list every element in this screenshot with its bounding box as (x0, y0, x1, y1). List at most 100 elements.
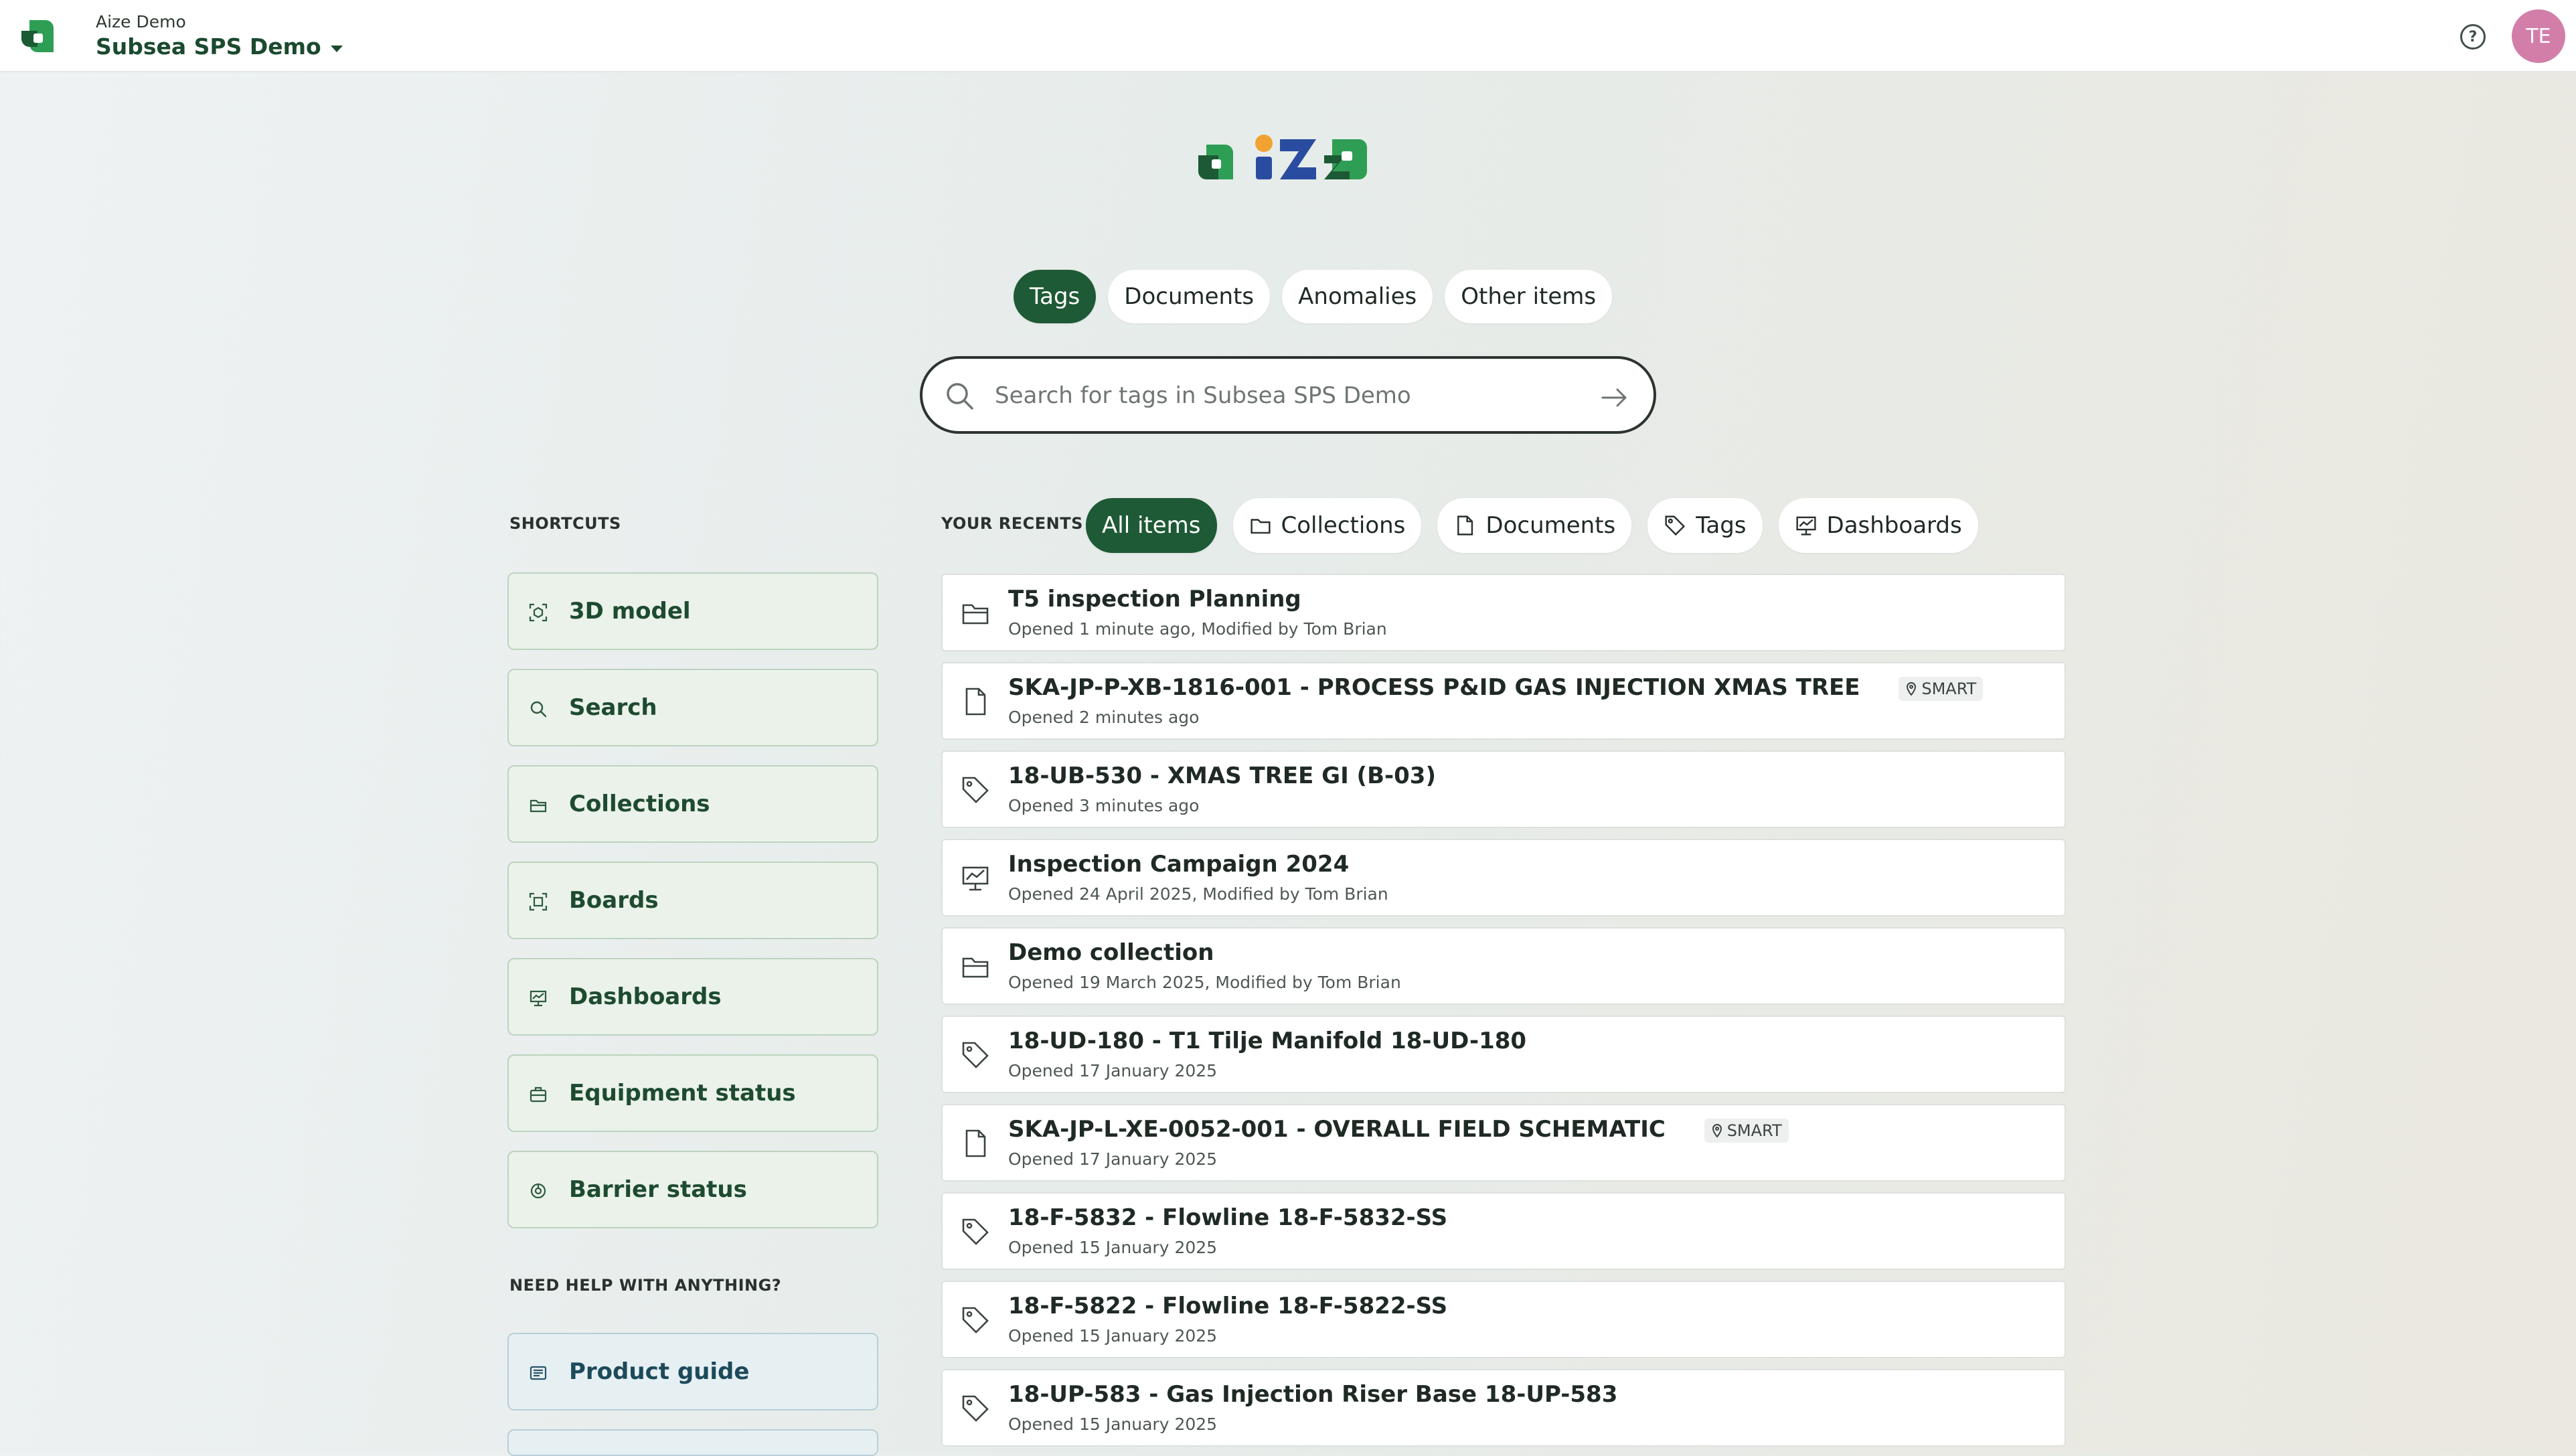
recent-item[interactable]: T5 inspection Planning Opened 1 minute a… (941, 574, 2066, 651)
shortcut-barrier-status[interactable]: Barrier status (507, 1151, 878, 1228)
help-title: NEED HELP WITH ANYTHING? (509, 1276, 782, 1295)
recent-item[interactable]: 18-UD-180 - T1 Tilje Manifold 18-UD-180 … (941, 1016, 2066, 1093)
recent-item-title: 18-UB-530 - XMAS TREE GI (B-03) (1008, 762, 1436, 789)
shortcut-label: Barrier status (569, 1176, 747, 1203)
tag-icon (1665, 515, 1686, 536)
barrier-icon (530, 1183, 546, 1199)
filter-label: Documents (1485, 512, 1616, 539)
recent-item[interactable]: Inspection Campaign 2024 Opened 24 April… (941, 839, 2066, 916)
recent-item[interactable]: Demo collection Opened 19 March 2025, Mo… (941, 927, 2066, 1005)
equipment-icon (530, 1086, 547, 1103)
recent-item[interactable]: 18-UB-530 - XMAS TREE GI (B-03) Opened 3… (941, 750, 2066, 828)
filter-collections[interactable]: Collections (1232, 498, 1422, 553)
recent-item-subtitle: Opened 17 January 2025 (1008, 1061, 1218, 1080)
recent-item[interactable]: SKA-JP-L-XE-0052-001 - OVERALL FIELD SCH… (941, 1104, 2066, 1182)
tag-icon (962, 1395, 989, 1422)
filter-label: All items (1102, 512, 1201, 539)
search-icon (947, 383, 973, 410)
tag-icon (962, 1042, 989, 1068)
shortcut-boards[interactable]: Boards (507, 862, 878, 939)
shortcut-more[interactable] (507, 1429, 878, 1456)
recent-item[interactable]: 18-F-5822 - Flowline 18-F-5822-SS Opened… (941, 1281, 2066, 1358)
board-icon (529, 892, 548, 911)
filter-label: Tags (1696, 512, 1747, 539)
tag-icon (962, 1218, 989, 1245)
recent-item-subtitle: Opened 17 January 2025 (1008, 1149, 1218, 1169)
project-switcher[interactable]: Subsea SPS Demo (96, 33, 343, 60)
map-pin-icon (1712, 1123, 1722, 1138)
recent-item-title: T5 inspection Planning (1008, 586, 1301, 613)
smart-badge: SMART (1704, 1118, 1789, 1143)
folder-icon (962, 604, 989, 625)
chevron-down-icon (330, 45, 343, 52)
document-icon (965, 1129, 986, 1157)
smart-badge-label: SMART (1921, 679, 1977, 698)
recent-item-title: 18-UP-583 - Gas Injection Riser Base 18-… (1008, 1381, 1618, 1408)
shortcut-label: Boards (569, 887, 659, 914)
recent-item-subtitle: Opened 15 January 2025 (1008, 1326, 1218, 1346)
top-bar: Aize Demo Subsea SPS Demo ? TE (0, 0, 2576, 72)
tag-icon (962, 1307, 989, 1333)
folder-icon (530, 799, 547, 813)
tab-anomalies[interactable]: Anomalies (1282, 270, 1433, 323)
shortcut-3d-model[interactable]: 3D model (507, 572, 878, 650)
recent-item-subtitle: Opened 24 April 2025, Modified by Tom Br… (1008, 884, 1388, 904)
recent-item-subtitle: Opened 15 January 2025 (1008, 1238, 1218, 1257)
avatar[interactable]: TE (2512, 9, 2565, 63)
recent-item-title-text: SKA-JP-P-XB-1816-001 - PROCESS P&ID GAS … (1008, 674, 1860, 701)
filter-documents[interactable]: Documents (1437, 498, 1632, 553)
filter-label: Collections (1281, 512, 1406, 539)
shortcut-label: Dashboards (569, 983, 722, 1010)
document-icon (965, 687, 986, 716)
dashboard-icon (1795, 516, 1816, 536)
tab-tags[interactable]: Tags (1014, 270, 1097, 323)
tag-icon (962, 777, 989, 803)
tab-documents[interactable]: Documents (1108, 270, 1271, 323)
tab-other-items[interactable]: Other items (1445, 270, 1613, 323)
filter-all-items[interactable]: All items (1086, 498, 1217, 553)
recent-item[interactable]: 18-UP-583 - Gas Injection Riser Base 18-… (941, 1369, 2066, 1447)
shortcut-dashboards[interactable]: Dashboards (507, 958, 878, 1036)
org-name: Aize Demo (96, 12, 186, 31)
shortcut-label: Search (569, 694, 657, 721)
recent-item[interactable]: SKA-JP-P-XB-1816-001 - PROCESS P&ID GAS … (941, 662, 2066, 740)
map-pin-icon (1907, 681, 1917, 696)
shortcut-label: Product guide (569, 1358, 750, 1385)
recent-item-title: Inspection Campaign 2024 (1008, 851, 1350, 878)
filter-tags[interactable]: Tags (1647, 498, 1763, 553)
recents-title: YOUR RECENTS (941, 514, 1083, 533)
folder-icon (962, 957, 989, 978)
recent-item-subtitle: Opened 2 minutes ago (1008, 708, 1200, 727)
shortcut-search[interactable]: Search (507, 669, 878, 746)
recent-item-title: 18-F-5832 - Flowline 18-F-5832-SS (1008, 1204, 1448, 1231)
recent-item-subtitle: Opened 3 minutes ago (1008, 796, 1200, 815)
folder-icon (1250, 519, 1271, 534)
arrow-right-icon[interactable] (1600, 383, 1629, 412)
recent-item-title-text: SKA-JP-L-XE-0052-001 - OVERALL FIELD SCH… (1008, 1116, 1666, 1143)
recent-item-title: Demo collection (1008, 939, 1214, 966)
search-scope-tabs: Tags Documents Anomalies Other items (1014, 270, 1613, 323)
smart-badge-label: SMART (1726, 1121, 1782, 1140)
project-name: Subsea SPS Demo (96, 33, 321, 60)
shortcut-collections[interactable]: Collections (507, 765, 878, 843)
search-input[interactable] (993, 376, 1585, 415)
shortcut-equipment-status[interactable]: Equipment status (507, 1054, 878, 1132)
shortcut-label: Collections (569, 791, 710, 817)
cube-scan-icon (529, 603, 548, 622)
dashboard-icon (962, 866, 989, 891)
smart-badge: SMART (1899, 676, 1984, 701)
shortcut-label: 3D model (569, 598, 691, 625)
filter-dashboards[interactable]: Dashboards (1778, 498, 1978, 553)
recent-item-title: 18-UD-180 - T1 Tilje Manifold 18-UD-180 (1008, 1028, 1527, 1054)
recent-item-title: 18-F-5822 - Flowline 18-F-5822-SS (1008, 1293, 1448, 1319)
dashboard-icon (530, 990, 547, 1007)
question-circle-icon[interactable]: ? (2460, 24, 2486, 50)
aize-app-logo-icon[interactable] (19, 17, 56, 55)
recent-item-subtitle: Opened 19 March 2025, Modified by Tom Br… (1008, 973, 1401, 992)
document-icon (1457, 515, 1473, 536)
shortcut-product-guide[interactable]: Product guide (507, 1333, 878, 1410)
recent-item[interactable]: 18-F-5832 - Flowline 18-F-5832-SS Opened… (941, 1192, 2066, 1270)
recents-filter-bar: All items Collections Documents Tags Das… (1086, 498, 1978, 553)
recent-item-title: SKA-JP-L-XE-0052-001 - OVERALL FIELD SCH… (1008, 1116, 1789, 1143)
search-bar (920, 356, 1656, 434)
